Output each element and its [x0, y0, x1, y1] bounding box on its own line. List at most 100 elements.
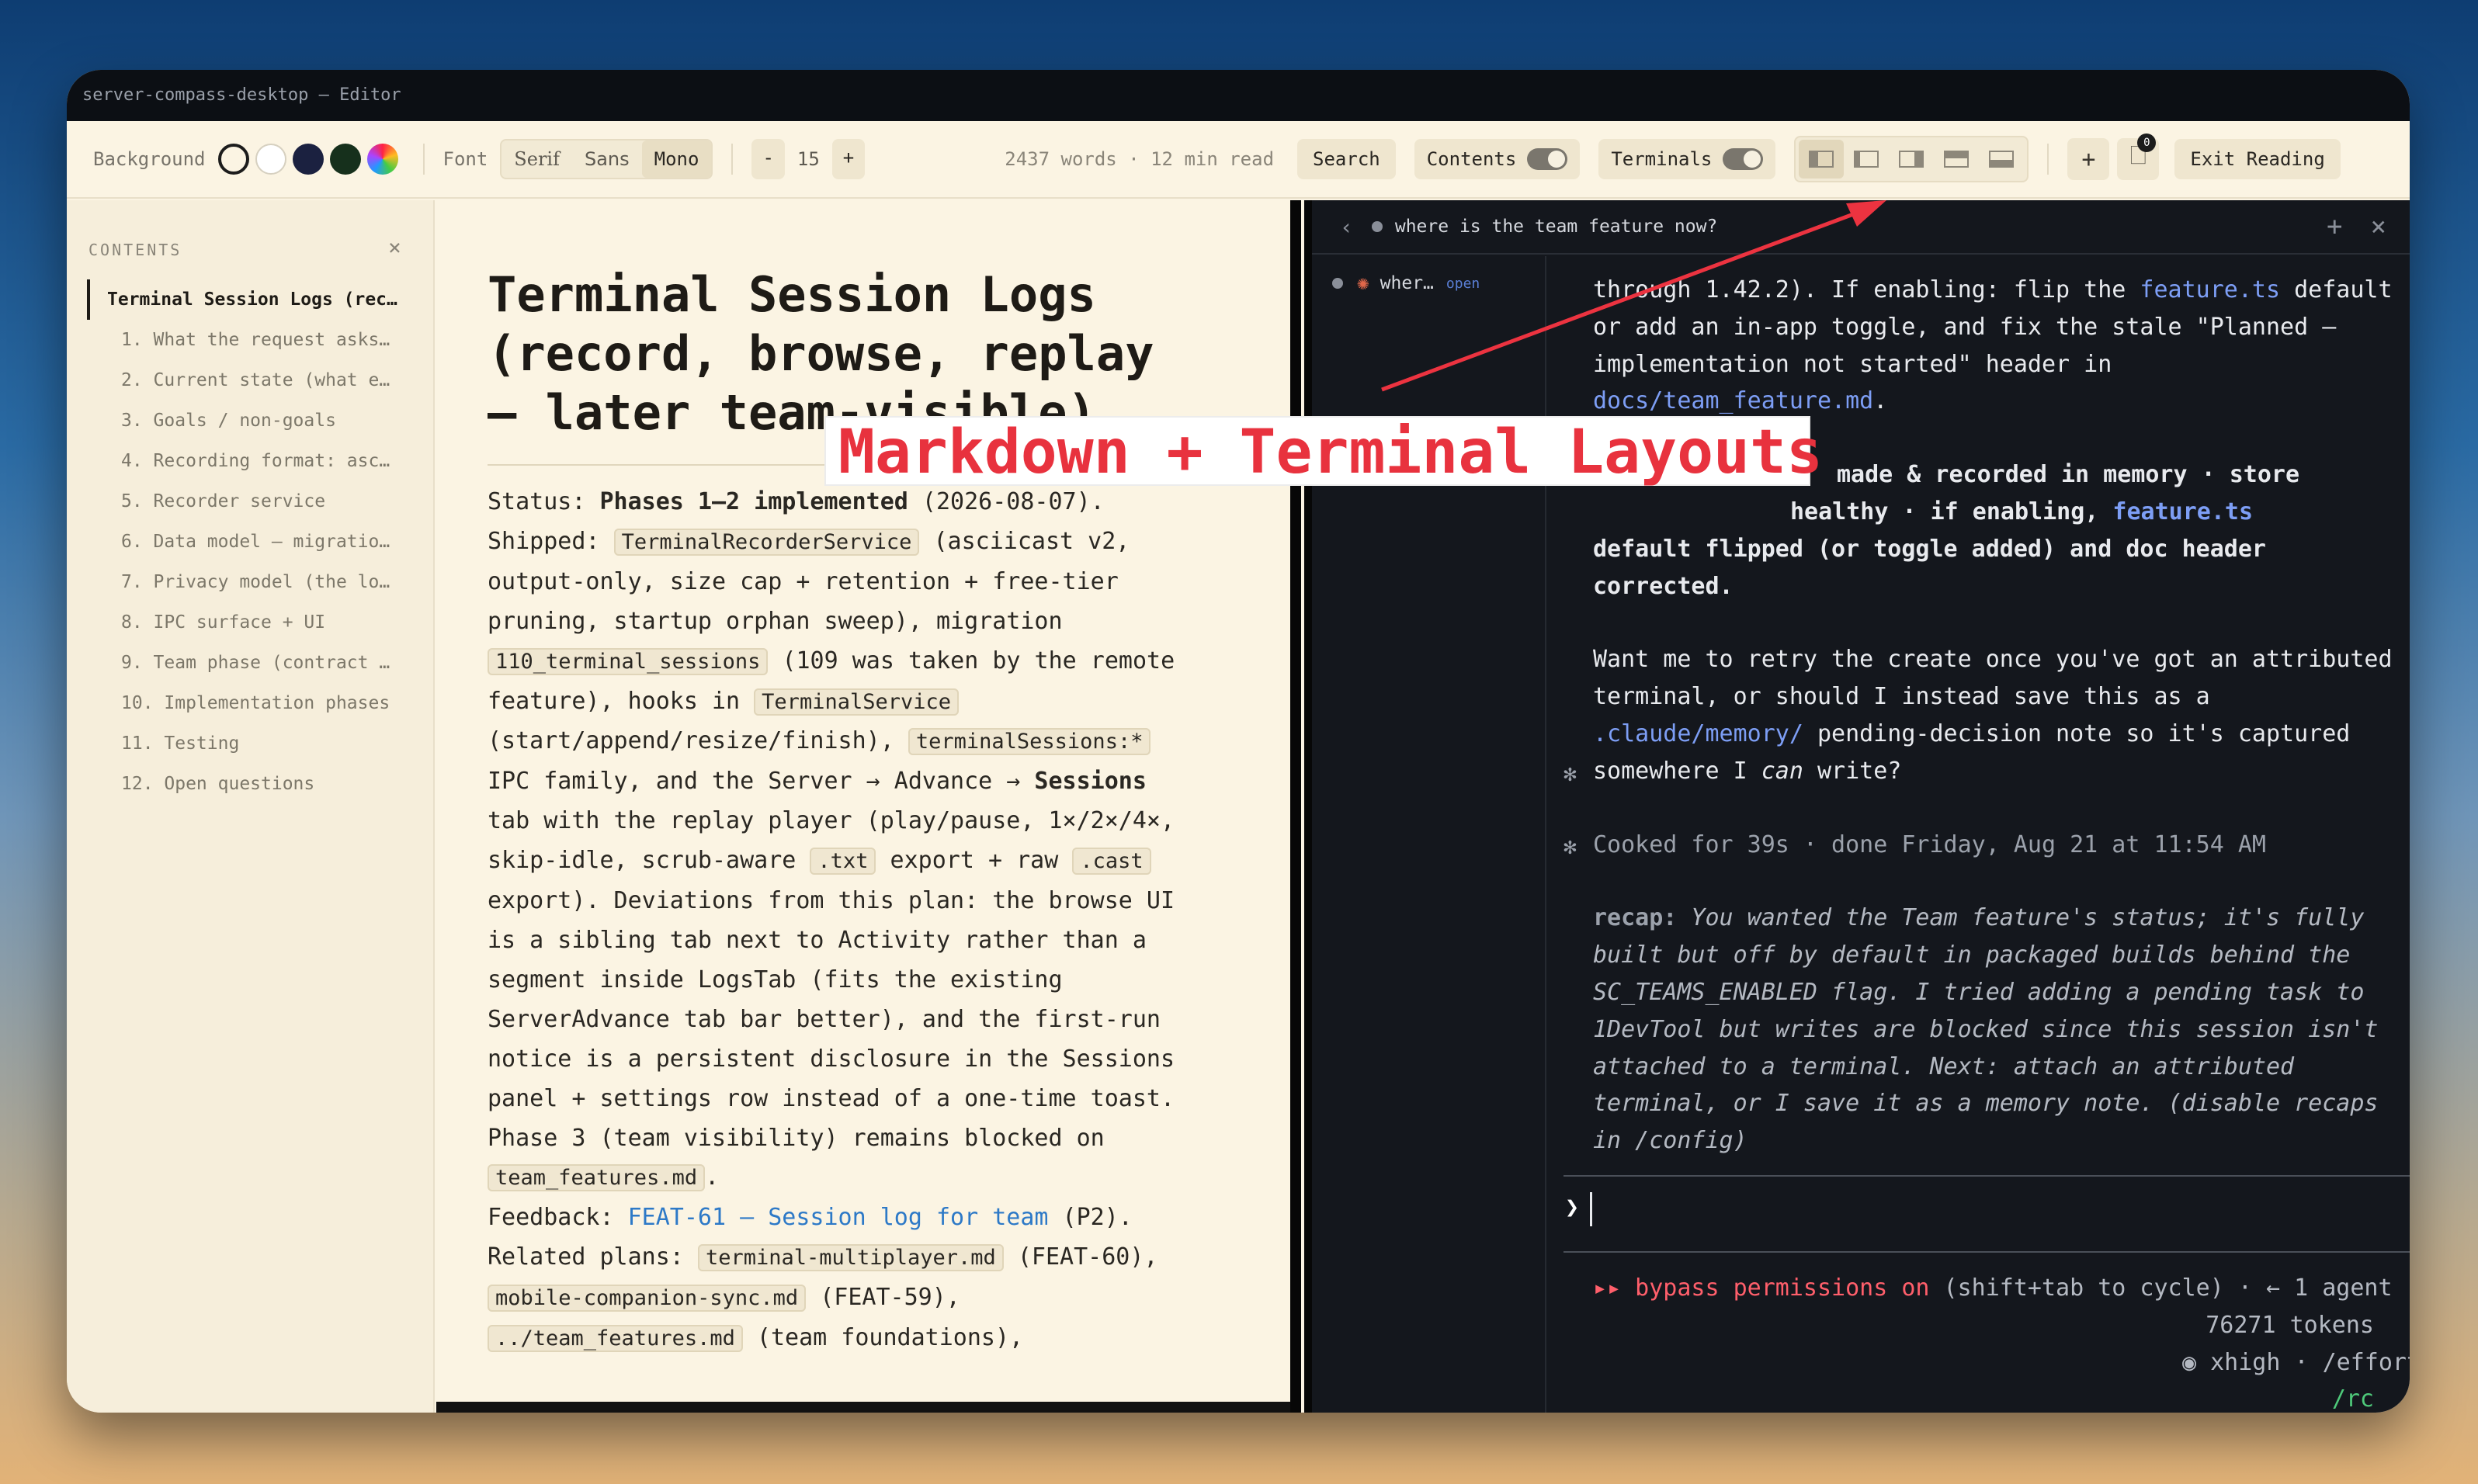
recap-paragraph: recap: You wanted the Team feature's sta… [1593, 900, 2410, 1160]
feedback-label: Feedback: [488, 1204, 614, 1232]
token-count: 76271 tokens [2206, 1311, 2374, 1339]
toc-item[interactable]: 10. Implementation phases [87, 683, 413, 723]
file-link[interactable]: feature.ts [2140, 276, 2280, 303]
layout-split-left-icon[interactable] [1799, 140, 1845, 179]
reading-toolbar: Background Font Serif Sans Mono - 15 + 2… [67, 121, 2410, 199]
inline-code: .cast [1072, 848, 1151, 875]
output-line: healthy · if enabling, feature.ts [1790, 498, 2254, 525]
font-label: Font [442, 148, 488, 170]
status-date: (2026-08-07). [921, 488, 1105, 515]
effort-status[interactable]: ◉ xhigh · /effort [1593, 1344, 2410, 1382]
background-label: Background [93, 148, 206, 170]
asterisk-icon: ✻ [1564, 834, 1577, 859]
terminal-actions: + × [2327, 211, 2386, 242]
layout-stack-top-icon[interactable] [1934, 140, 1979, 179]
exit-reading-button[interactable]: Exit Reading [2174, 139, 2341, 179]
asterisk-icon: ✻ [1564, 761, 1577, 786]
terminal-output: through 1.42.2). If enabling: flip the f… [1593, 272, 2410, 1160]
background-white-swatch[interactable] [255, 144, 286, 175]
output-emphasis: can [1761, 757, 1803, 785]
prompt-border [1564, 1175, 2410, 1177]
toc-item[interactable]: 2. Current state (what e… [87, 360, 413, 400]
contents-switch[interactable] [1527, 148, 1568, 170]
contents-heading: CONTENTS [88, 241, 182, 259]
document-scrollbar[interactable] [436, 1402, 1290, 1413]
close-icon[interactable]: × [388, 234, 401, 260]
font-serif-option[interactable]: Serif [502, 140, 572, 178]
output-text: write? [1817, 757, 1902, 785]
prompt-border [1564, 1251, 2410, 1253]
body-text: . [705, 1163, 720, 1191]
background-cream-swatch[interactable] [217, 144, 249, 175]
file-link[interactable]: .claude/memory/ [1593, 720, 1803, 747]
toc-item[interactable]: 9. Team phase (contract … [87, 643, 413, 683]
font-size-decrease-button[interactable]: - [751, 139, 785, 179]
output-text: . [1873, 387, 1888, 415]
body-text: (P2). [1062, 1204, 1133, 1232]
toc-item[interactable]: 1. What the request asks… [87, 320, 413, 360]
search-button[interactable]: Search [1297, 139, 1396, 179]
toolbar-divider [731, 144, 734, 175]
bypass-permissions-status[interactable]: ▸▸ bypass permissions on [1593, 1274, 1929, 1302]
session-name: wher… [1380, 273, 1434, 293]
terminal-pane: ‹ where is the team feature now? + × ✺ w… [1312, 200, 2410, 1413]
toc-item[interactable]: 8. IPC surface + UI [87, 602, 413, 643]
feedback-link[interactable]: FEAT-61 — Session log for team [628, 1204, 1049, 1231]
output-line: default flipped (or toggle added) and do… [1593, 535, 2266, 600]
body-text: IPC family, and the Server → Advance → [488, 768, 1021, 796]
pane-resize-handle[interactable] [1290, 200, 1312, 1413]
output-paragraph: through 1.42.2). If enabling: flip the f… [1593, 272, 2410, 420]
session-state-badge: open [1446, 275, 1480, 292]
document-title-line: (record, browse, replay [488, 325, 1154, 382]
layout-split-center-icon[interactable] [1844, 140, 1889, 179]
file-link[interactable]: docs/team_feature.md [1593, 387, 1873, 414]
permissions-line: ▸▸ bypass permissions on (shift+tab to c… [1593, 1270, 2405, 1307]
close-icon[interactable]: × [2371, 211, 2386, 242]
rc-command[interactable]: /rc [1593, 1381, 2405, 1413]
contents-toggle[interactable]: Contents [1414, 139, 1581, 179]
font-sans-option[interactable]: Sans [572, 140, 642, 178]
font-size-value: 15 [796, 148, 820, 170]
terminal-tab-title[interactable]: where is the team feature now? [1395, 217, 1717, 237]
font-mono-option[interactable]: Mono [641, 140, 712, 178]
layout-split-right-icon[interactable] [1889, 140, 1934, 179]
toolbar-divider [2047, 144, 2049, 175]
font-size-increase-button[interactable]: + [831, 139, 866, 179]
toc-item[interactable]: 6. Data model — migratio… [87, 522, 413, 562]
layout-stack-bottom-icon[interactable] [1979, 140, 2024, 179]
font-size-stepper: - 15 + [751, 139, 866, 179]
table-of-contents: Terminal Session Logs (rec… 1. What the … [87, 279, 413, 804]
background-custom-swatch[interactable] [366, 144, 398, 175]
body-text: (FEAT-59), [820, 1284, 960, 1312]
background-green-swatch[interactable] [329, 144, 361, 175]
related-label: Related plans: [488, 1243, 684, 1271]
toc-item[interactable]: 7. Privacy model (the lo… [87, 562, 413, 602]
inline-code: TerminalRecorderService [613, 528, 920, 556]
terminals-toggle-label: Terminals [1611, 148, 1713, 170]
font-selector: Serif Sans Mono [500, 139, 713, 179]
prompt-input[interactable] [1590, 1192, 1592, 1226]
terminals-toggle[interactable]: Terminals [1598, 139, 1776, 179]
file-link[interactable]: feature.ts [2112, 498, 2253, 525]
contents-sidebar: CONTENTS × Terminal Session Logs (rec… 1… [67, 200, 435, 1413]
document-icon[interactable]: 🗋 0 [2117, 133, 2160, 180]
terminal-header: ‹ where is the team feature now? [1312, 200, 2410, 255]
prompt-chevron-icon: ❯ [1565, 1194, 1580, 1221]
overlay-banner-text: Markdown + Terminal Layouts [838, 418, 1823, 487]
reading-stats: 2437 words · 12 min read [1005, 148, 1275, 170]
add-icon[interactable]: + [2067, 138, 2110, 180]
toc-item[interactable]: 11. Testing [87, 723, 413, 764]
toolbar-divider [422, 144, 425, 175]
session-item[interactable]: ✺ wher… open [1332, 272, 1480, 295]
chevron-left-icon[interactable]: ‹ [1340, 214, 1353, 240]
background-navy-swatch[interactable] [292, 144, 324, 175]
toc-item[interactable]: Terminal Session Logs (rec… [87, 279, 413, 320]
add-icon[interactable]: + [2327, 211, 2342, 242]
toc-item[interactable]: 5. Recorder service [87, 481, 413, 522]
toc-item[interactable]: 12. Open questions [87, 764, 413, 804]
inline-code: ../team_features.md [488, 1325, 743, 1353]
toc-item[interactable]: 3. Goals / non-goals [87, 400, 413, 441]
body-text: export). Deviations from this plan: the … [488, 887, 1175, 1152]
terminals-switch[interactable] [1723, 148, 1764, 170]
toc-item[interactable]: 4. Recording format: asc… [87, 441, 413, 481]
